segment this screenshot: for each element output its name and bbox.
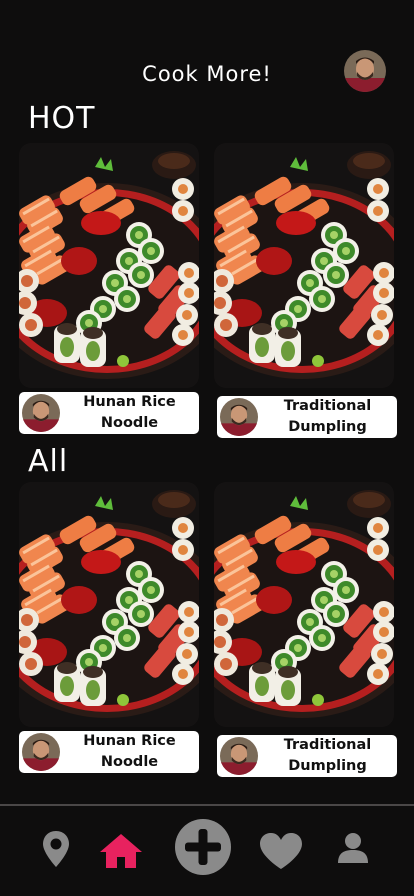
section-title-hot: HOT — [28, 101, 96, 136]
recipe-name: Traditional Dumpling — [283, 737, 372, 774]
bottom-nav — [0, 806, 414, 896]
recipe-card-label[interactable]: Traditional Dumpling — [217, 735, 397, 777]
profile-avatar[interactable] — [344, 50, 386, 92]
author-avatar — [220, 737, 258, 775]
recipe-name: Hunan Rice Noodle — [83, 394, 176, 431]
recipe-card-image[interactable] — [214, 482, 394, 727]
plus-circle-icon[interactable] — [174, 818, 232, 880]
recipe-card-label[interactable]: Hunan Rice Noodle — [19, 731, 199, 773]
location-pin-icon[interactable] — [42, 830, 70, 872]
recipe-card-image[interactable] — [214, 143, 394, 388]
recipe-card-label[interactable]: Hunan Rice Noodle — [19, 392, 199, 434]
user-icon[interactable] — [337, 832, 369, 868]
section-title-all: All — [28, 444, 69, 479]
recipe-card-image[interactable] — [19, 482, 199, 727]
recipe-name: Hunan Rice Noodle — [83, 733, 176, 770]
heart-icon[interactable] — [259, 832, 303, 874]
recipe-card-label[interactable]: Traditional Dumpling — [217, 396, 397, 438]
author-avatar — [220, 398, 258, 436]
author-avatar — [22, 394, 60, 432]
recipe-card-image[interactable] — [19, 143, 199, 388]
home-icon[interactable] — [99, 833, 143, 873]
recipe-name: Traditional Dumpling — [283, 398, 372, 435]
author-avatar — [22, 733, 60, 771]
